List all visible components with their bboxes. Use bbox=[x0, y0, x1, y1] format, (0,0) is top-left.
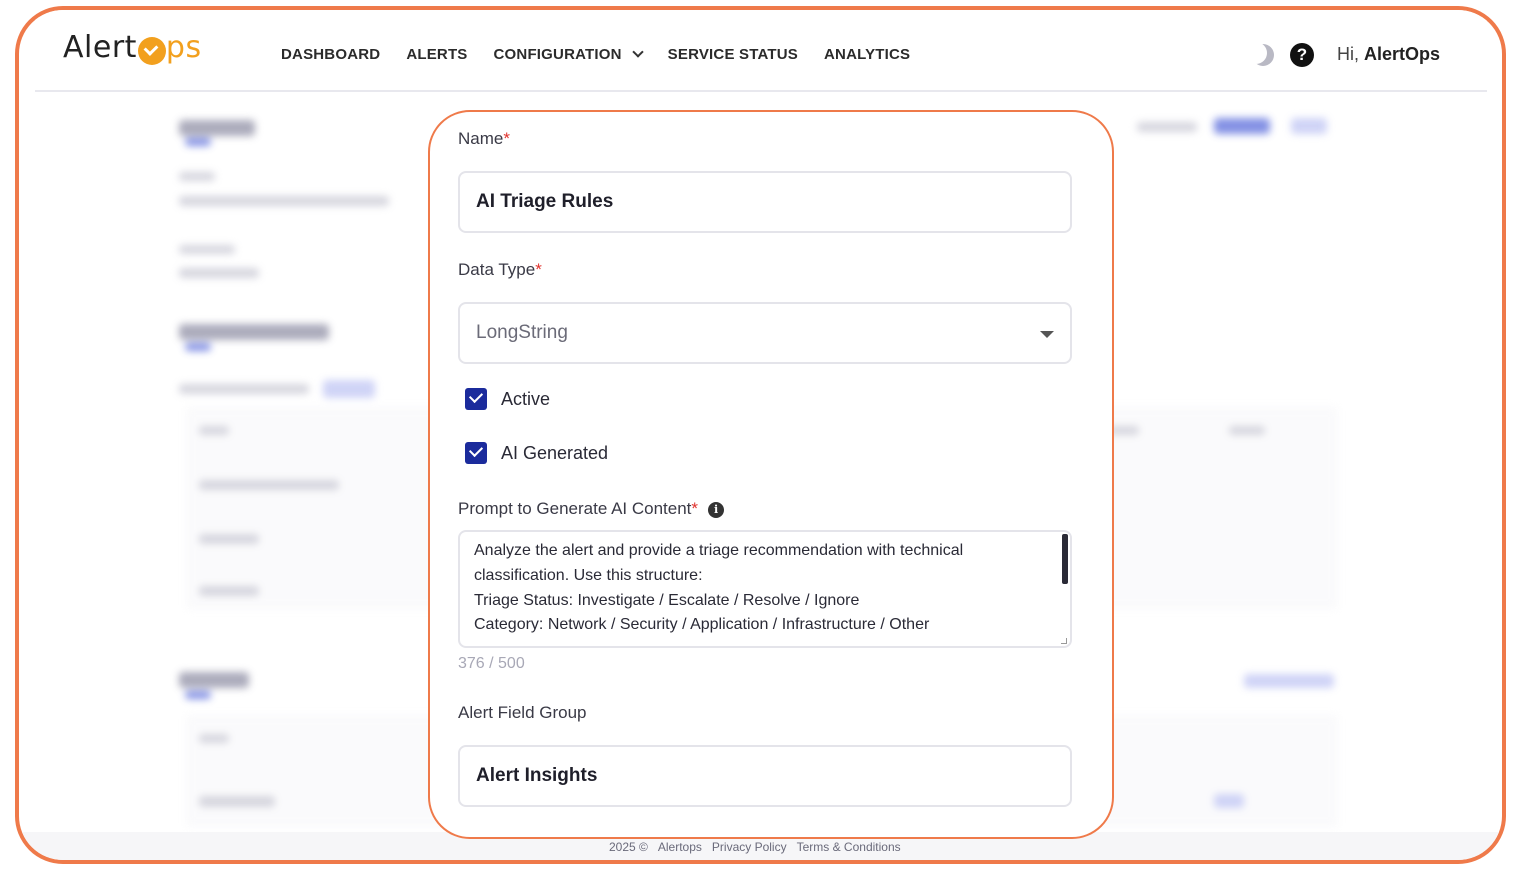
top-navigation-bar: Alert ps DASHBOARD ALERTS CONFIGURATION … bbox=[35, 10, 1487, 92]
prompt-line: Analyze the alert and provide a triage r… bbox=[474, 542, 964, 559]
active-checkbox-label: Active bbox=[501, 388, 551, 409]
bg-text bbox=[199, 734, 229, 743]
bg-pill bbox=[1244, 674, 1334, 688]
chevron-down-icon bbox=[632, 46, 644, 58]
caret-down-icon bbox=[1040, 331, 1054, 338]
user-name: AlertOps bbox=[1364, 44, 1441, 64]
screenshot-frame: Alert ps DASHBOARD ALERTS CONFIGURATION … bbox=[15, 6, 1506, 864]
logo-check-icon bbox=[137, 36, 166, 65]
bg-pill bbox=[323, 380, 375, 398]
footer-copyright: 2025 © bbox=[609, 840, 648, 854]
bg-text bbox=[179, 245, 235, 254]
name-label-text: Name bbox=[458, 129, 504, 148]
bg-text bbox=[199, 426, 229, 435]
ai-generated-checkbox-label: AI Generated bbox=[501, 442, 609, 463]
bg-pill bbox=[1214, 794, 1244, 808]
main-nav: DASHBOARD ALERTS CONFIGURATION SERVICE S… bbox=[281, 46, 910, 63]
bg-text bbox=[1229, 426, 1265, 435]
field-group-label: Alert Field Group bbox=[458, 703, 587, 722]
required-mark: * bbox=[535, 260, 542, 279]
greeting-prefix: Hi, bbox=[1337, 44, 1359, 64]
nav-configuration[interactable]: CONFIGURATION bbox=[493, 46, 644, 63]
logo-text-ps: ps bbox=[165, 30, 202, 65]
bg-heading bbox=[179, 120, 255, 136]
bg-button bbox=[1291, 118, 1327, 134]
name-input-value: AI Triage Rules bbox=[476, 191, 614, 212]
bg-text bbox=[1137, 122, 1197, 132]
required-mark: * bbox=[503, 129, 510, 148]
bg-text bbox=[199, 796, 275, 807]
ai-generated-checkbox-row[interactable]: AI Generated bbox=[465, 442, 608, 464]
bg-heading bbox=[179, 672, 249, 688]
resize-handle-icon[interactable] bbox=[1061, 638, 1067, 644]
nav-alerts[interactable]: ALERTS bbox=[406, 46, 467, 63]
bg-text bbox=[199, 480, 339, 490]
bg-badge bbox=[185, 138, 211, 146]
field-group-input[interactable]: Alert Insights bbox=[458, 745, 1072, 807]
ai-generated-checkbox[interactable] bbox=[465, 442, 487, 464]
bg-heading bbox=[179, 324, 329, 340]
bg-badge bbox=[185, 691, 211, 699]
bg-badge bbox=[185, 343, 211, 351]
data-type-label-text: Data Type bbox=[458, 260, 536, 279]
footer: 2025 © Alertops Privacy Policy Terms & C… bbox=[609, 840, 901, 854]
field-edit-panel: Name* AI Triage Rules Data Type* LongStr… bbox=[428, 110, 1114, 839]
prompt-line: classification. Use this structure: bbox=[474, 567, 703, 584]
moon-icon[interactable] bbox=[1252, 44, 1274, 66]
prompt-line: Category: Network / Security / Applicati… bbox=[474, 616, 930, 633]
data-type-select[interactable]: LongString bbox=[458, 302, 1072, 364]
required-mark: * bbox=[691, 499, 699, 518]
footer-terms-link[interactable]: Terms & Conditions bbox=[797, 840, 901, 854]
textarea-scrollbar[interactable] bbox=[1062, 534, 1068, 584]
footer-brand-link[interactable]: Alertops bbox=[658, 840, 702, 854]
prompt-char-counter: 376 / 500 bbox=[458, 655, 525, 672]
logo-text-alert: Alert bbox=[63, 30, 137, 65]
bg-button bbox=[1214, 118, 1270, 134]
bg-text bbox=[199, 586, 259, 596]
info-icon[interactable]: i bbox=[708, 502, 725, 518]
active-checkbox-row[interactable]: Active bbox=[465, 388, 550, 410]
nav-configuration-label: CONFIGURATION bbox=[493, 46, 622, 63]
active-checkbox[interactable] bbox=[465, 388, 487, 410]
prompt-label-text: Prompt to Generate AI Content bbox=[458, 499, 692, 518]
bg-text bbox=[179, 196, 389, 206]
nav-analytics[interactable]: ANALYTICS bbox=[824, 46, 910, 63]
bg-text bbox=[179, 384, 309, 394]
user-greeting[interactable]: Hi, AlertOps bbox=[1337, 44, 1440, 65]
data-type-label: Data Type* bbox=[458, 260, 542, 280]
nav-dashboard[interactable]: DASHBOARD bbox=[281, 46, 380, 63]
prompt-label: Prompt to Generate AI Content* i bbox=[458, 499, 725, 519]
name-label: Name* bbox=[458, 129, 510, 149]
bg-text bbox=[179, 172, 215, 181]
field-group-input-value: Alert Insights bbox=[476, 765, 598, 786]
name-input[interactable]: AI Triage Rules bbox=[458, 171, 1072, 233]
footer-privacy-link[interactable]: Privacy Policy bbox=[712, 840, 787, 854]
prompt-line: Triage Status: Investigate / Escalate / … bbox=[474, 592, 860, 609]
help-icon[interactable]: ? bbox=[1290, 43, 1314, 67]
data-type-select-value: LongString bbox=[476, 322, 568, 343]
nav-service-status[interactable]: SERVICE STATUS bbox=[668, 46, 798, 63]
bg-text bbox=[199, 534, 259, 544]
alertops-logo[interactable]: Alert ps bbox=[63, 30, 202, 65]
bg-text bbox=[179, 268, 259, 278]
prompt-textarea[interactable]: Analyze the alert and provide a triage r… bbox=[458, 530, 1072, 648]
